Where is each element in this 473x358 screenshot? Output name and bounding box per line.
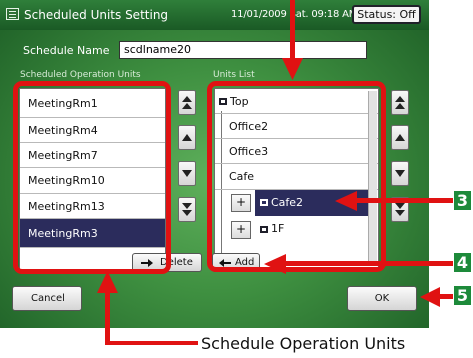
up-arrow-icon bbox=[395, 134, 405, 141]
callout-box-operation-units bbox=[13, 81, 171, 274]
cancel-button[interactable]: Cancel bbox=[12, 286, 82, 311]
double-up-arrow-icon bbox=[182, 96, 192, 109]
move-up-button[interactable] bbox=[178, 125, 196, 150]
title-bar: Scheduled Units Setting 11/01/2009 Sat. … bbox=[0, 0, 429, 30]
callout-arrow-down-icon bbox=[282, 58, 303, 80]
callout-number-4: 4 bbox=[454, 253, 471, 272]
operation-units-heading: Scheduled Operation Units bbox=[20, 70, 141, 80]
scroll-down-button[interactable] bbox=[391, 161, 409, 186]
schedule-name-label: Schedule Name bbox=[23, 44, 110, 57]
ok-button[interactable]: OK bbox=[347, 286, 417, 311]
schedule-name-input[interactable]: scdlname20 bbox=[119, 41, 367, 59]
status-button[interactable]: Status: Off bbox=[352, 5, 421, 24]
move-to-top-button[interactable] bbox=[178, 90, 196, 115]
scroll-top-button[interactable] bbox=[391, 90, 409, 115]
up-arrow-icon bbox=[182, 134, 192, 141]
down-arrow-icon bbox=[395, 170, 405, 177]
callout-arrow-up-icon bbox=[97, 271, 118, 293]
callout-arrow-left-icon bbox=[335, 191, 357, 211]
scroll-up-button[interactable] bbox=[391, 125, 409, 150]
callout-line-3 bbox=[355, 198, 453, 203]
down-arrow-icon bbox=[182, 170, 192, 177]
callout-line-5 bbox=[438, 294, 453, 299]
callout-line-4 bbox=[284, 261, 453, 266]
callout-caption-line bbox=[105, 341, 198, 345]
double-down-arrow-icon bbox=[395, 203, 405, 216]
callout-arrow-left-icon bbox=[420, 287, 440, 307]
callout-caption-shaft bbox=[105, 291, 110, 345]
callout-arrow-shaft bbox=[290, 0, 295, 60]
calendar-icon bbox=[6, 8, 19, 20]
move-down-button[interactable] bbox=[178, 161, 196, 186]
callout-arrow-left-icon bbox=[264, 254, 286, 274]
units-list-heading: Units List bbox=[213, 70, 255, 80]
double-up-arrow-icon bbox=[395, 96, 405, 109]
callout-number-5: 5 bbox=[454, 286, 471, 305]
window-title: Scheduled Units Setting bbox=[24, 8, 169, 22]
move-to-bottom-button[interactable] bbox=[178, 197, 196, 222]
double-down-arrow-icon bbox=[182, 203, 192, 216]
callout-box-units-list bbox=[207, 81, 386, 272]
callout-caption: Schedule Operation Units bbox=[201, 334, 406, 353]
callout-number-3: 3 bbox=[454, 191, 471, 210]
